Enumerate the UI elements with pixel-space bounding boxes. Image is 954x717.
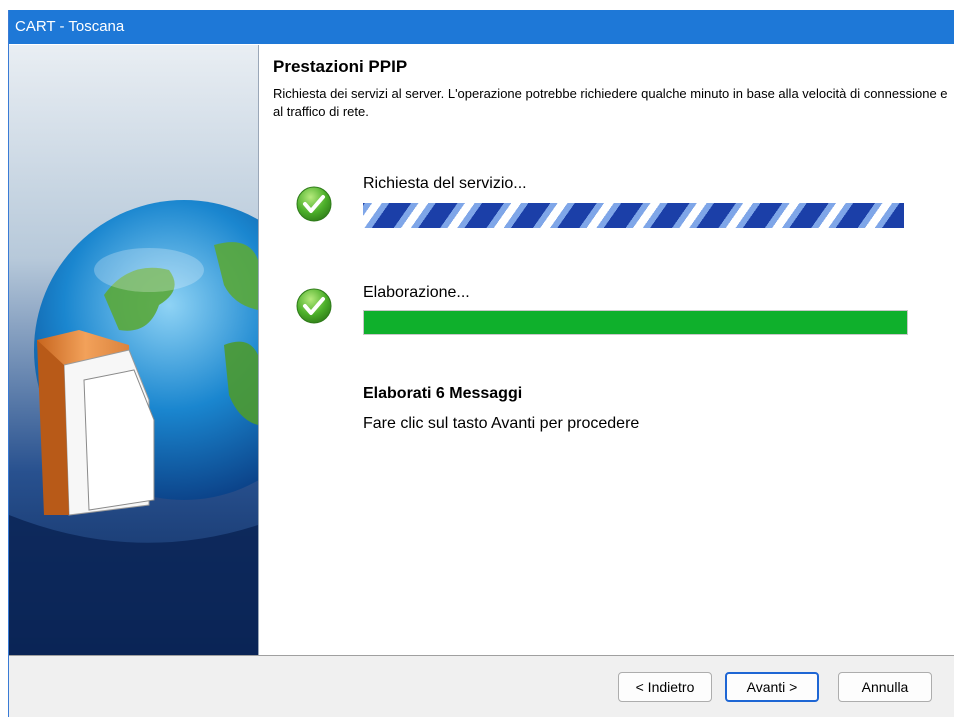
step-processing-label: Elaborazione... xyxy=(363,284,470,301)
step-processing-progress xyxy=(363,310,908,335)
progress-marquee-fill xyxy=(363,203,904,228)
next-button[interactable]: Avanti > xyxy=(725,672,819,702)
wizard-side-image xyxy=(9,45,259,655)
result-title: Elaborati 6 Messaggi xyxy=(363,385,523,402)
step-request-label: Richiesta del servizio... xyxy=(363,175,527,192)
window-title: CART - Toscana xyxy=(15,18,125,35)
step-request-progress xyxy=(363,203,904,228)
page-title: Prestazioni PPIP xyxy=(273,57,408,76)
globe-folder-illustration xyxy=(9,45,258,655)
button-bar: < Indietro Avanti > Annulla xyxy=(9,655,954,717)
title-bar[interactable]: CART - Toscana xyxy=(9,10,954,44)
result-message: Fare clic sul tasto Avanti per procedere xyxy=(363,415,640,432)
progress-green-fill xyxy=(364,311,907,334)
wizard-content: Prestazioni PPIP Richiesta dei servizi a… xyxy=(259,45,954,655)
check-icon xyxy=(296,288,332,324)
check-icon xyxy=(296,186,332,222)
page-description: Richiesta dei servizi al server. L'opera… xyxy=(273,86,948,119)
back-button[interactable]: < Indietro xyxy=(618,672,712,702)
wizard-window: CART - Toscana Prestazioni PPIP Richiest… xyxy=(8,10,954,717)
cancel-button[interactable]: Annulla xyxy=(838,672,932,702)
